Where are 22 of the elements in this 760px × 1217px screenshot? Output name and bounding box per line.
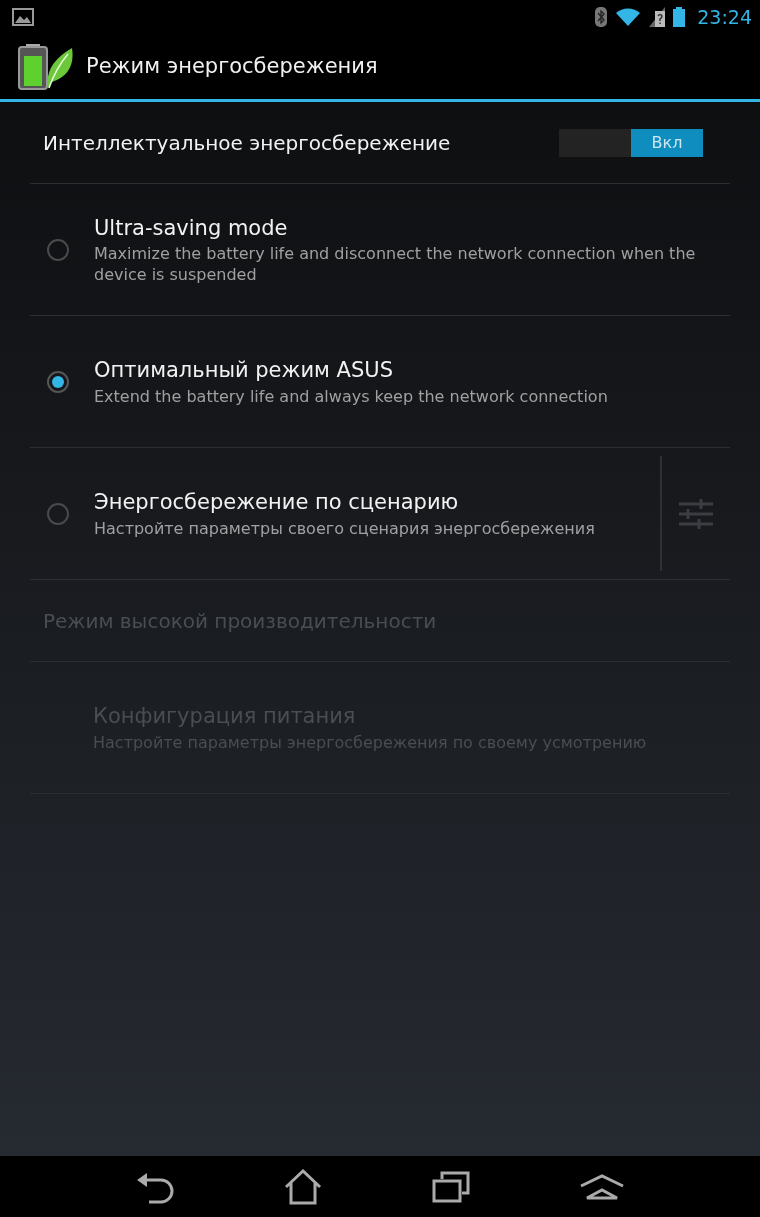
option-title: Энергосбережение по сценарию <box>94 489 460 517</box>
radio-button[interactable] <box>47 370 69 393</box>
signal-icon <box>649 7 666 27</box>
recent-apps-icon[interactable] <box>431 1170 470 1203</box>
option-title: Оптимальный режим ASUS <box>94 357 394 385</box>
battery-leaf-icon <box>18 43 74 90</box>
home-icon[interactable] <box>284 1168 323 1205</box>
bluetooth-icon <box>595 7 608 27</box>
toggle-switch[interactable]: Вкл <box>559 128 703 157</box>
screen-title: Режим энергосбережения <box>86 52 378 80</box>
battery-icon <box>673 7 686 27</box>
radio-button[interactable] <box>47 502 69 525</box>
wifi-icon <box>615 7 642 27</box>
radio-button[interactable] <box>47 238 69 261</box>
option-title: Ultra-saving mode <box>94 214 289 242</box>
option-summary: Maximize the battery life and disconnect the network connection when the device is suspended <box>94 244 697 287</box>
gallery-icon <box>12 8 34 26</box>
option-summary: Extend the battery life and always keep the network connection <box>94 386 609 408</box>
menu-icon[interactable] <box>579 1173 626 1200</box>
option-summary: Настройте параметры своего сценария энергосбережения <box>94 518 596 540</box>
clock: 23:24 <box>697 4 752 30</box>
setting-title: Интеллектуальное энергосбережение <box>43 129 451 157</box>
